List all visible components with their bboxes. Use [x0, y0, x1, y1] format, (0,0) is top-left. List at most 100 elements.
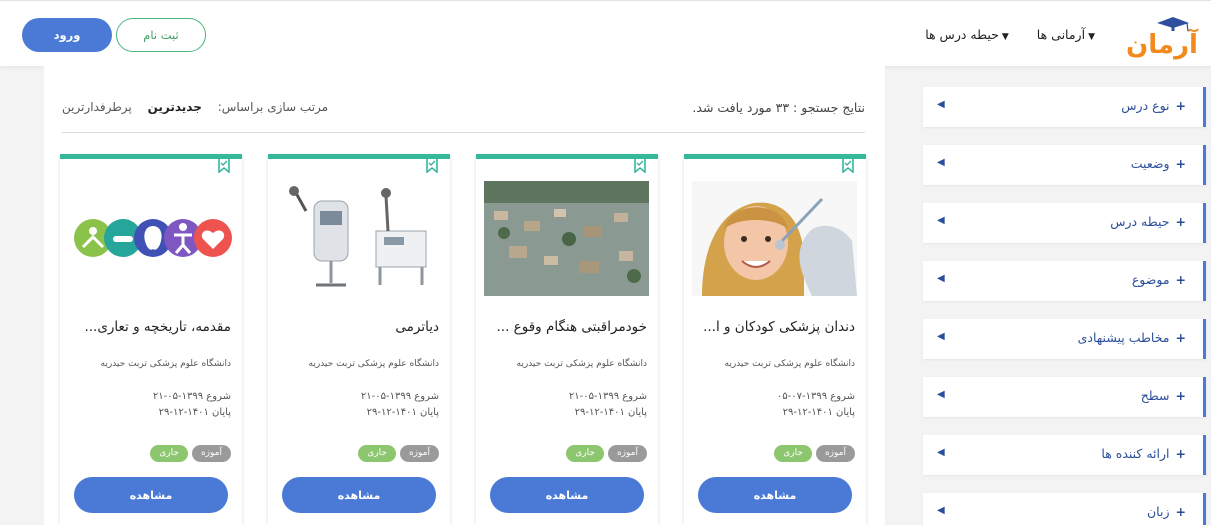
- bookmark-icon[interactable]: [218, 157, 230, 173]
- course-title[interactable]: دیاترمی: [279, 319, 439, 335]
- login-button[interactable]: ورود: [22, 18, 112, 52]
- course-tags: آموزه جاری: [150, 445, 231, 462]
- course-thumbnail[interactable]: [276, 181, 441, 296]
- plus-icon: +: [1175, 214, 1186, 229]
- course-card[interactable]: خودمراقبتی هنگام وقوع ... دانشگاه علوم پ…: [476, 154, 658, 525]
- course-title[interactable]: دندان پزشکی کودکان و ا...: [695, 319, 855, 335]
- course-title[interactable]: مقدمه، تاریخچه و تعاری...: [71, 319, 231, 335]
- health-icons-image: [68, 181, 233, 296]
- site-logo[interactable]: آرمان: [1121, 13, 1203, 61]
- logo-graphic: آرمان: [1126, 17, 1199, 60]
- logo-text: آرمان: [1126, 28, 1199, 60]
- filter-course-area[interactable]: + حیطه درس ◀: [923, 203, 1206, 243]
- bookmark-icon[interactable]: [426, 157, 438, 173]
- filter-providers[interactable]: + ارائه کننده ها ◀: [923, 435, 1206, 475]
- filter-level[interactable]: + سطح ◀: [923, 377, 1206, 417]
- diathermy-device-image: [276, 181, 441, 296]
- tag-amuzeh: آموزه: [399, 445, 439, 462]
- plus-icon: +: [1175, 446, 1186, 461]
- course-thumbnail[interactable]: [692, 181, 857, 296]
- caret-left-icon: ◀: [937, 389, 945, 400]
- course-title[interactable]: خودمراقبتی هنگام وقوع ...: [487, 319, 647, 335]
- course-start-date: شروع ۱۳۹۹-۰۵-۲۱: [152, 391, 231, 402]
- course-tags: آموزه جاری: [566, 445, 647, 462]
- caret-left-icon: ◀: [937, 331, 945, 342]
- caret-left-icon: ◀: [937, 505, 945, 516]
- results-summary: نتایج جستجو : ۳۳ مورد یافت شد.: [692, 100, 865, 115]
- filter-providers-label: ارائه کننده ها: [1101, 446, 1170, 461]
- child-dentist-image: [692, 181, 857, 296]
- filter-level-label: سطح: [1140, 388, 1170, 403]
- nav-course-areas[interactable]: ▼حیطه درس ها: [925, 27, 1009, 42]
- filter-audience-label: مخاطب پیشنهادی: [1077, 330, 1170, 345]
- filter-status-label: وضعیت: [1130, 156, 1170, 171]
- tag-amuzeh: آموزه: [191, 445, 231, 462]
- view-button[interactable]: مشاهده: [490, 477, 644, 513]
- bookmark-icon[interactable]: [842, 157, 854, 173]
- course-university: دانشگاه علوم پزشکی تربت حیدریه: [100, 359, 231, 369]
- course-tags: آموزه جاری: [358, 445, 439, 462]
- plus-icon: +: [1175, 156, 1186, 171]
- divider: [62, 132, 865, 133]
- filter-subject[interactable]: + موضوع ◀: [923, 261, 1206, 301]
- sort-popular[interactable]: پرطرفدارترین: [62, 100, 132, 114]
- course-tags: آموزه جاری: [774, 445, 855, 462]
- filter-course-type-label: نوع درس: [1121, 98, 1170, 113]
- sort-bar: مرتب سازی براساس: جدیدترین پرطرفدارترین: [62, 100, 328, 114]
- course-card[interactable]: دیاترمی دانشگاه علوم پزشکی تربت حیدریه ش…: [268, 154, 450, 525]
- sort-label: مرتب سازی براساس:: [217, 100, 329, 114]
- view-button[interactable]: مشاهده: [74, 477, 228, 513]
- tag-ongoing: جاری: [150, 445, 188, 462]
- tag-ongoing: جاری: [774, 445, 812, 462]
- caret-down-icon: ▼: [1088, 32, 1095, 42]
- sort-newest[interactable]: جدیدترین: [148, 100, 202, 114]
- course-university: دانشگاه علوم پزشکی تربت حیدریه: [308, 359, 439, 369]
- filter-course-type[interactable]: + نوع درس ◀: [923, 87, 1206, 127]
- view-button[interactable]: مشاهده: [282, 477, 436, 513]
- filter-audience[interactable]: + مخاطب پیشنهادی ◀: [923, 319, 1206, 359]
- course-university: دانشگاه علوم پزشکی تربت حیدریه: [724, 359, 855, 369]
- plus-icon: +: [1175, 330, 1186, 345]
- caret-left-icon: ◀: [937, 157, 945, 168]
- course-start-date: شروع ۱۳۹۹-۰۷-۰۵: [776, 391, 855, 402]
- bookmark-icon[interactable]: [634, 157, 646, 173]
- plus-icon: +: [1175, 98, 1186, 113]
- course-end-date: پایان ۱۴۰۱-۱۲-۲۹: [366, 407, 439, 418]
- view-button[interactable]: مشاهده: [698, 477, 852, 513]
- filter-status[interactable]: + وضعیت ◀: [923, 145, 1206, 185]
- tag-ongoing: جاری: [566, 445, 604, 462]
- top-navbar: آرمان ▼آرمانی ها ▼حیطه درس ها ورود ثبت ن…: [0, 0, 1211, 66]
- course-university: دانشگاه علوم پزشکی تربت حیدریه: [516, 359, 647, 369]
- filter-language[interactable]: + زبان ◀: [923, 493, 1206, 525]
- nav-armani[interactable]: ▼آرمانی ها: [1037, 27, 1095, 42]
- tag-amuzeh: آموزه: [607, 445, 647, 462]
- nav-armani-label: آرمانی ها: [1036, 27, 1086, 42]
- course-thumbnail[interactable]: [68, 181, 233, 296]
- tag-amuzeh: آموزه: [815, 445, 855, 462]
- results-panel: نتایج جستجو : ۳۳ مورد یافت شد. مرتب سازی…: [44, 66, 885, 525]
- caret-down-icon: ▼: [1001, 32, 1009, 42]
- caret-left-icon: ◀: [937, 215, 945, 226]
- caret-left-icon: ◀: [937, 273, 945, 284]
- tag-ongoing: جاری: [358, 445, 396, 462]
- caret-left-icon: ◀: [937, 99, 945, 110]
- signup-button[interactable]: ثبت نام: [116, 18, 206, 52]
- plus-icon: +: [1175, 388, 1186, 403]
- plus-icon: +: [1175, 272, 1186, 287]
- main-nav: ▼آرمانی ها ▼حیطه درس ها: [925, 27, 1095, 42]
- course-card[interactable]: مقدمه، تاریخچه و تعاری... دانشگاه علوم پ…: [60, 154, 242, 525]
- course-start-date: شروع ۱۳۹۹-۰۵-۲۱: [568, 391, 647, 402]
- caret-left-icon: ◀: [937, 447, 945, 458]
- filter-language-label: زبان: [1147, 504, 1170, 519]
- course-thumbnail[interactable]: [484, 181, 649, 296]
- nav-course-areas-label: حیطه درس ها: [925, 27, 999, 42]
- course-card[interactable]: دندان پزشکی کودکان و ا... دانشگاه علوم پ…: [684, 154, 866, 525]
- course-start-date: شروع ۱۳۹۹-۰۵-۲۱: [360, 391, 439, 402]
- course-end-date: پایان ۱۴۰۱-۱۲-۲۹: [158, 407, 231, 418]
- course-end-date: پایان ۱۴۰۱-۱۲-۲۹: [574, 407, 647, 418]
- filter-course-area-label: حیطه درس: [1110, 214, 1170, 229]
- plus-icon: +: [1175, 504, 1186, 519]
- course-end-date: پایان ۱۴۰۱-۱۲-۲۹: [782, 407, 855, 418]
- filter-subject-label: موضوع: [1131, 272, 1170, 287]
- auth-buttons: ورود ثبت نام: [22, 18, 206, 52]
